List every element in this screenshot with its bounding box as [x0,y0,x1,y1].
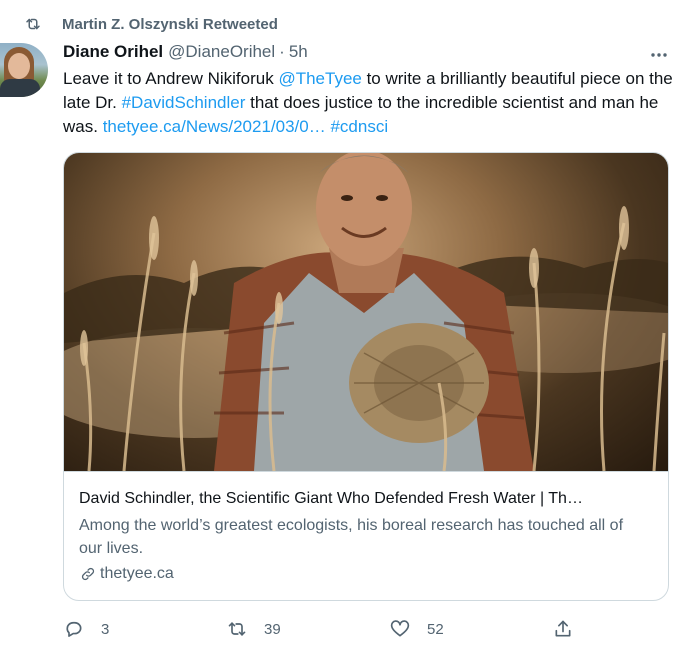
card-title: David Schindler, the Scientific Giant Wh… [79,490,583,507]
retweet-button[interactable]: 39 [226,617,281,641]
more-icon [650,45,668,63]
tweet-timestamp[interactable]: 5h [289,42,308,62]
card-image[interactable] [64,153,668,471]
retweet-context: Martin Z. Olszynski Retweeted [22,13,278,35]
link-icon [79,565,97,583]
avatar[interactable] [0,43,48,97]
mention-link[interactable]: @TheTyee [278,69,361,88]
retweet-label[interactable]: Martin Z. Olszynski Retweeted [62,16,278,33]
hashtag-link[interactable]: #DavidSchindler [122,93,246,112]
tweet[interactable]: Martin Z. Olszynski Retweeted Diane Orih… [0,0,691,659]
tweet-header: Diane Orihel @DianeOrihel · 5h [63,42,308,62]
reply-icon [63,618,85,640]
card-domain-text: thetyee.ca [100,565,174,582]
heart-icon [389,618,411,640]
more-options-button[interactable] [648,44,670,64]
tweet-text: Leave it to Andrew Nikiforuk @TheTyee to… [63,67,678,139]
tweet-text-part: Leave it to Andrew Nikiforuk [63,69,279,88]
hashtag-link[interactable]: #cdnsci [330,117,388,136]
author-name[interactable]: Diane Orihel [63,42,163,62]
share-icon [552,618,574,640]
reply-button[interactable]: 3 [63,617,109,641]
share-button[interactable] [552,617,574,641]
author-handle[interactable]: @DianeOrihel [168,42,275,62]
card-body[interactable]: David Schindler, the Scientific Giant Wh… [64,471,668,600]
portrait-photo [64,153,668,471]
like-button[interactable]: 52 [389,617,444,641]
retweet-icon [22,13,44,35]
action-bar: 3 39 52 [63,617,603,641]
card-description: Among the world’s greatest ecologists, h… [79,517,624,557]
separator-dot: · [279,42,285,61]
link-card[interactable]: David Schindler, the Scientific Giant Wh… [63,152,669,601]
card-domain: thetyee.ca [79,565,174,583]
retweet-action-icon [226,618,248,640]
retweet-count: 39 [264,620,281,638]
reply-count: 3 [101,620,110,638]
like-count: 52 [427,620,444,638]
url-link[interactable]: thetyee.ca/News/2021/03/0… [103,117,326,136]
